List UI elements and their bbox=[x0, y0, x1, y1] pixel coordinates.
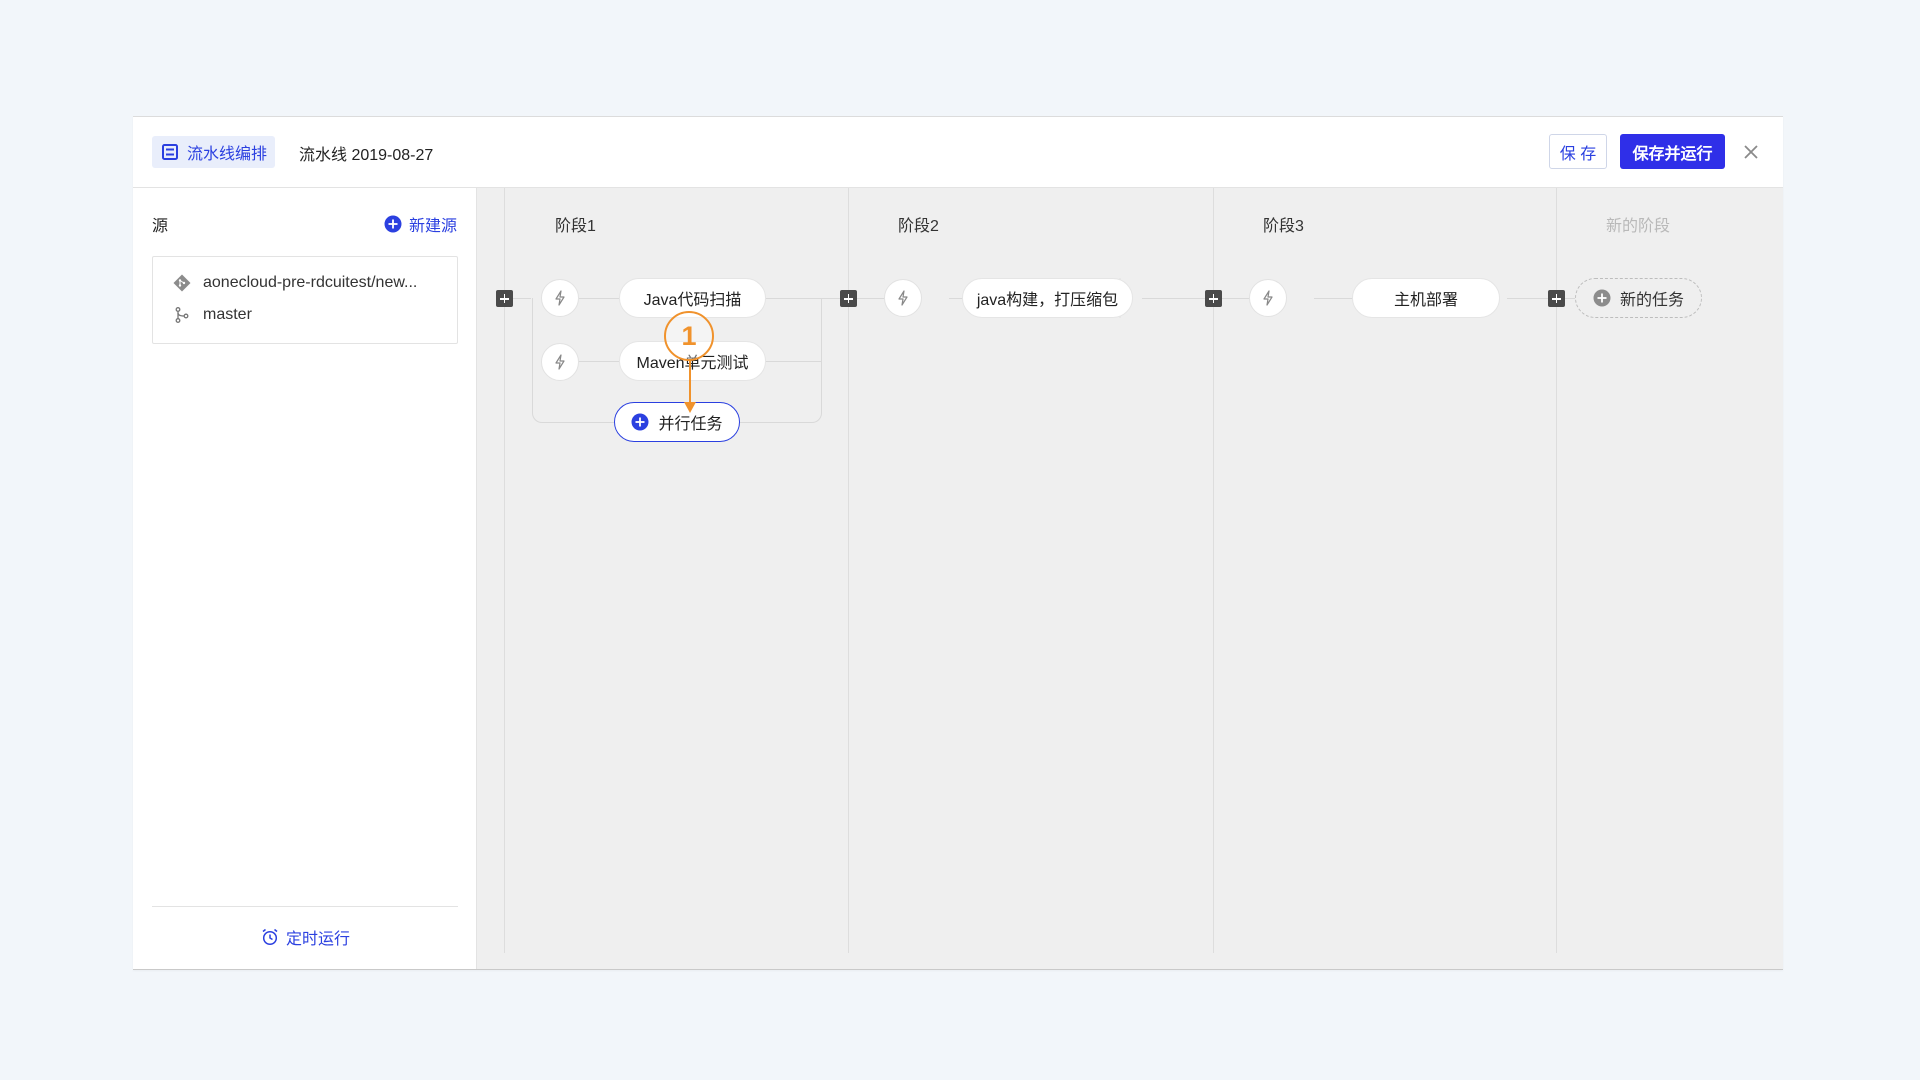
source-repo-name: aonecloud-pre-rdcuitest/new... bbox=[203, 274, 418, 291]
connector bbox=[766, 361, 822, 362]
new-source-label: 新建源 bbox=[409, 218, 458, 235]
stage-1-title[interactable]: 阶段1 bbox=[555, 212, 596, 236]
branch-icon bbox=[175, 307, 189, 323]
trigger-button[interactable] bbox=[884, 279, 922, 317]
lightning-icon bbox=[898, 290, 908, 306]
source-card[interactable]: aonecloud-pre-rdcuitest/new... master bbox=[152, 256, 458, 344]
task-host-deploy[interactable]: 主机部署 bbox=[1352, 278, 1500, 318]
lightning-icon bbox=[555, 354, 565, 370]
connector bbox=[532, 298, 533, 362]
trigger-button[interactable] bbox=[1249, 279, 1287, 317]
editor-header: 流水线编排 流水线 2019-08-27 保 存 保存并运行 bbox=[133, 117, 1783, 188]
source-panel: 源 新建源 aonecloud-pre-rdcuitest/new... mas… bbox=[133, 188, 477, 969]
save-button[interactable]: 保 存 bbox=[1549, 134, 1607, 169]
alarm-clock-icon bbox=[262, 928, 278, 946]
connector bbox=[821, 298, 822, 362]
annotation-arrow bbox=[684, 360, 696, 413]
git-icon bbox=[173, 274, 191, 292]
lightning-icon bbox=[1263, 290, 1273, 306]
save-and-run-button[interactable]: 保存并运行 bbox=[1620, 134, 1725, 169]
pipeline-name: 流水线 2019-08-27 bbox=[299, 147, 434, 164]
divider bbox=[152, 906, 458, 907]
trigger-button[interactable] bbox=[541, 279, 579, 317]
pipeline-icon bbox=[162, 144, 178, 160]
new-task-button[interactable]: 新的任务 bbox=[1575, 278, 1702, 318]
stage-2-title[interactable]: 阶段2 bbox=[898, 212, 939, 236]
annotation-marker: 1 bbox=[664, 311, 714, 361]
trigger-button[interactable] bbox=[541, 343, 579, 381]
task-java-build-package[interactable]: java构建，打压缩包 bbox=[962, 278, 1133, 318]
close-icon[interactable] bbox=[1741, 142, 1761, 162]
new-stage-title[interactable]: 新的阶段 bbox=[1606, 212, 1670, 236]
connector bbox=[1142, 298, 1205, 299]
pipeline-editor-window: 流水线编排 流水线 2019-08-27 保 存 保存并运行 源 新建源 aon… bbox=[133, 116, 1783, 970]
new-source-button[interactable]: 新建源 bbox=[384, 212, 457, 236]
scheduled-run-button[interactable]: 定时运行 bbox=[261, 925, 350, 949]
source-repo-row: aonecloud-pre-rdcuitest/new... bbox=[173, 274, 417, 292]
stage-3-title[interactable]: 阶段3 bbox=[1263, 212, 1304, 236]
tab-pipeline-orchestration[interactable]: 流水线编排 bbox=[152, 136, 275, 168]
lightning-icon bbox=[555, 290, 565, 306]
plus-circle-icon bbox=[384, 215, 402, 233]
add-stage-button[interactable] bbox=[1205, 290, 1222, 307]
connector bbox=[1507, 298, 1548, 299]
plus-circle-icon bbox=[1593, 289, 1611, 307]
scheduled-run-label: 定时运行 bbox=[286, 931, 351, 948]
add-parallel-task-button[interactable]: 并行任务 bbox=[614, 402, 740, 442]
add-stage-button[interactable] bbox=[840, 290, 857, 307]
tab-label: 流水线编排 bbox=[187, 146, 268, 163]
pipeline-canvas: 阶段1 阶段2 阶段3 新的阶段 Java代码扫描 Maven单元测试 并行任务… bbox=[477, 188, 1783, 969]
connector bbox=[1565, 298, 1575, 299]
connector bbox=[579, 361, 619, 362]
connector bbox=[513, 298, 531, 299]
source-branch-name: master bbox=[203, 306, 252, 323]
plus-circle-icon bbox=[631, 413, 649, 431]
connector bbox=[579, 298, 619, 299]
connector bbox=[766, 298, 840, 299]
add-stage-button[interactable] bbox=[1548, 290, 1565, 307]
source-panel-title: 源 bbox=[152, 218, 169, 235]
add-stage-button[interactable] bbox=[496, 290, 513, 307]
new-task-label: 新的任务 bbox=[1619, 292, 1684, 309]
source-branch-row: master bbox=[173, 306, 252, 324]
